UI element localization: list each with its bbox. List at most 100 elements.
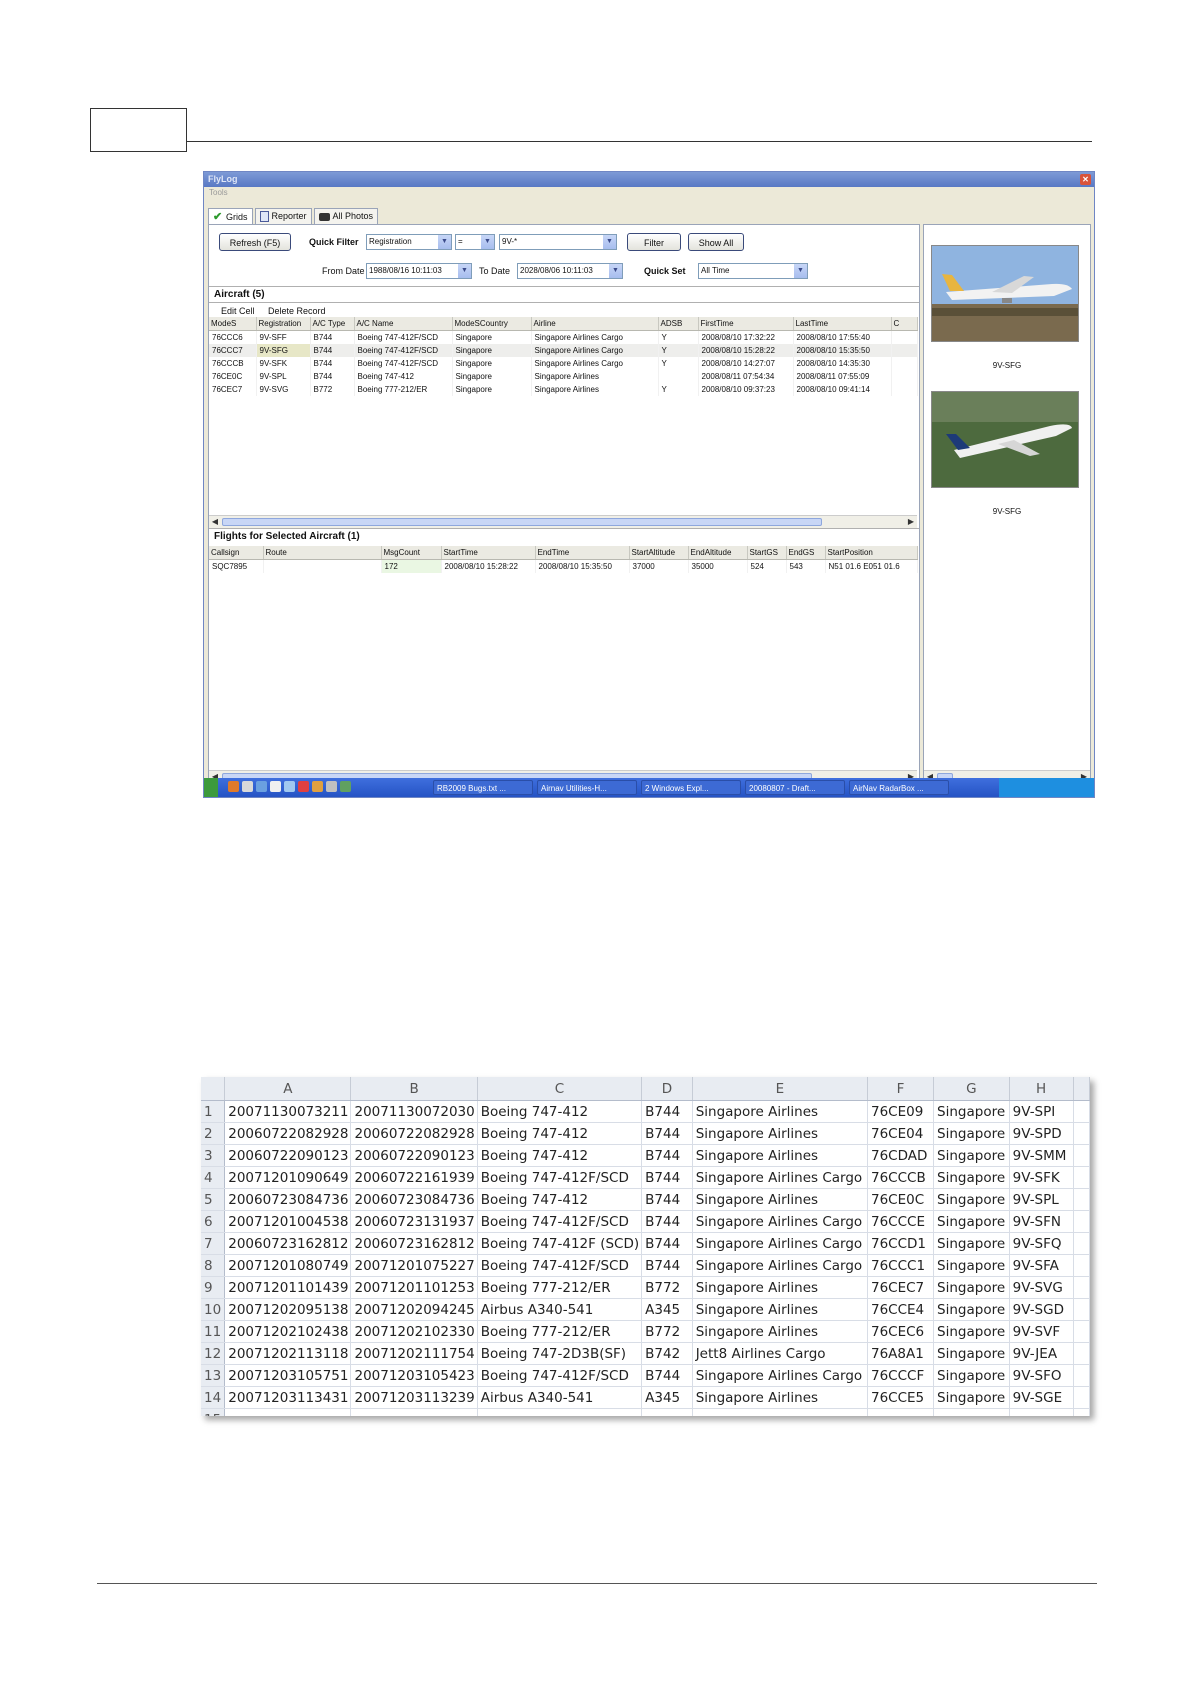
app-icon[interactable]	[270, 781, 281, 792]
spreadsheet-cell[interactable]: 9V-SVF	[1009, 1320, 1074, 1343]
spreadsheet-cell[interactable]	[1073, 1408, 1090, 1416]
spreadsheet-cell[interactable]: Singapore	[933, 1166, 1010, 1189]
close-button[interactable]: ✕	[1080, 174, 1091, 185]
spreadsheet-cell[interactable]: Singapore Airlines Cargo	[692, 1232, 868, 1255]
spreadsheet-cell[interactable]: Jett8 Airlines Cargo	[692, 1342, 868, 1365]
spreadsheet-cell[interactable]	[1073, 1100, 1090, 1123]
quick-set-select[interactable]: All Time ▼	[698, 263, 808, 279]
spreadsheet-cell[interactable]: 76CCE5	[867, 1386, 935, 1409]
tab-grids[interactable]: ✔ Grids	[208, 208, 253, 225]
app-icon[interactable]	[298, 781, 309, 792]
column-header[interactable]: ADSB	[658, 317, 699, 331]
spreadsheet-cell[interactable]: Boeing 747-412	[477, 1122, 643, 1145]
spreadsheet-cell[interactable]	[1073, 1386, 1090, 1409]
spreadsheet-cell[interactable]: 9V-SFQ	[1009, 1232, 1074, 1255]
spreadsheet-cell[interactable]: Boeing 777-212/ER	[477, 1320, 643, 1343]
spreadsheet-cell[interactable]: Singapore Airlines	[692, 1188, 868, 1211]
taskbar-item[interactable]: Airnav Utilities-H...	[537, 780, 637, 795]
spreadsheet-cell[interactable]	[1073, 1254, 1090, 1277]
spreadsheet-cell[interactable]: A345	[641, 1386, 693, 1409]
aircraft-photo[interactable]	[931, 391, 1079, 488]
spreadsheet-cell[interactable]: Airbus A340-541	[477, 1298, 643, 1321]
column-header[interactable]: ModeS	[209, 317, 257, 331]
spreadsheet-cell[interactable]: Boeing 747-412F/SCD	[477, 1364, 643, 1387]
column-header[interactable]: ModeSCountry	[452, 317, 532, 331]
spreadsheet-cell[interactable]	[1073, 1144, 1090, 1167]
spreadsheet-cell[interactable]: B744	[641, 1232, 693, 1255]
filter-value-select[interactable]: 9V-* ▼	[499, 234, 617, 250]
spreadsheet-cell[interactable]	[1073, 1298, 1090, 1321]
spreadsheet-cell[interactable]: 76CEC7	[867, 1276, 935, 1299]
column-header[interactable]	[1073, 1077, 1090, 1101]
app-icon[interactable]	[312, 781, 323, 792]
app-icon[interactable]	[242, 781, 253, 792]
spreadsheet-cell[interactable]: Boeing 747-412F (SCD)	[477, 1232, 643, 1255]
spreadsheet-cell[interactable]: 76CE0C	[867, 1188, 935, 1211]
spreadsheet-cell[interactable]: 76CEC6	[867, 1320, 935, 1343]
spreadsheet-cell[interactable]: 9V-SPL	[1009, 1188, 1074, 1211]
menu-tools[interactable]: Tools	[209, 188, 228, 197]
spreadsheet-cell[interactable]	[1009, 1408, 1074, 1416]
filter-button[interactable]: Filter	[627, 233, 681, 251]
aircraft-photo[interactable]	[931, 245, 1079, 342]
table-row[interactable]: 76CCC6 9V-SFF B744 Boeing 747-412F/SCD S…	[209, 330, 918, 344]
spreadsheet-cell[interactable]: B744	[641, 1210, 693, 1233]
spreadsheet-cell[interactable]: 9V-SFO	[1009, 1364, 1074, 1387]
spreadsheet-cell[interactable]: 76CE09	[867, 1100, 935, 1123]
column-header[interactable]: A	[224, 1077, 352, 1101]
spreadsheet-cell[interactable]: Singapore	[933, 1342, 1010, 1365]
spreadsheet-cell[interactable]: 20060723084736	[224, 1188, 352, 1211]
spreadsheet-cell[interactable]: Singapore Airlines	[692, 1122, 868, 1145]
spreadsheet-cell[interactable]: Singapore Airlines	[692, 1100, 868, 1123]
spreadsheet-cell[interactable]	[1073, 1210, 1090, 1233]
spreadsheet-cell[interactable]: Boeing 747-412F/SCD	[477, 1166, 643, 1189]
table-row[interactable]: SQC7895 172 2008/08/10 15:28:22 2008/08/…	[209, 559, 918, 573]
spreadsheet-cell[interactable]: 76CE04	[867, 1122, 935, 1145]
spreadsheet-cell[interactable]: Singapore Airlines Cargo	[692, 1254, 868, 1277]
spreadsheet-cell[interactable]: Singapore Airlines	[692, 1386, 868, 1409]
spreadsheet-cell[interactable]: B744	[641, 1122, 693, 1145]
spreadsheet-cell[interactable]: 20060723162812	[350, 1232, 478, 1255]
taskbar-item[interactable]: AirNav RadarBox ...	[849, 780, 949, 795]
app-icon[interactable]	[340, 781, 351, 792]
scroll-left-icon[interactable]: ◀	[209, 516, 221, 528]
spreadsheet-cell[interactable]	[350, 1408, 478, 1416]
spreadsheet-cell[interactable]: 76A8A1	[867, 1342, 935, 1365]
spreadsheet-cell[interactable]: 20060723162812	[224, 1232, 352, 1255]
spreadsheet-cell[interactable]: 76CDAD	[867, 1144, 935, 1167]
spreadsheet-cell[interactable]: 20071130073211	[224, 1100, 352, 1123]
spreadsheet-cell[interactable]: Singapore	[933, 1122, 1010, 1145]
spreadsheet-cell[interactable]: B742	[641, 1342, 693, 1365]
spreadsheet-cell[interactable]: 20060723131937	[350, 1210, 478, 1233]
tab-all-photos[interactable]: All Photos	[313, 208, 379, 224]
spreadsheet-cell[interactable]: 20071202102438	[224, 1320, 352, 1343]
spreadsheet-cell[interactable]: Singapore	[933, 1298, 1010, 1321]
spreadsheet-cell[interactable]: 20071203105423	[350, 1364, 478, 1387]
spreadsheet-cell[interactable]: Singapore	[933, 1144, 1010, 1167]
spreadsheet-cell[interactable]: 20060723084736	[350, 1188, 478, 1211]
column-header[interactable]: H	[1009, 1077, 1074, 1101]
spreadsheet-cell[interactable]: 9V-JEA	[1009, 1342, 1074, 1365]
row-header[interactable]: 11	[201, 1320, 226, 1343]
spreadsheet-cell[interactable]: Boeing 747-2D3B(SF)	[477, 1342, 643, 1365]
column-header[interactable]: StartPosition	[825, 546, 918, 560]
spreadsheet-cell[interactable]: B744	[641, 1144, 693, 1167]
scroll-right-icon[interactable]: ▶	[905, 516, 917, 528]
spreadsheet-cell[interactable]: Singapore	[933, 1232, 1010, 1255]
row-header[interactable]: 10	[201, 1298, 226, 1321]
spreadsheet-cell[interactable]: B744	[641, 1166, 693, 1189]
spreadsheet-cell[interactable]: 20071202094245	[350, 1298, 478, 1321]
column-header[interactable]: C	[891, 317, 918, 331]
spreadsheet-cell[interactable]: Singapore Airlines	[692, 1144, 868, 1167]
spreadsheet-cell[interactable]: 20071202095138	[224, 1298, 352, 1321]
row-header[interactable]: 1	[201, 1100, 226, 1123]
spreadsheet-cell[interactable]	[641, 1408, 693, 1416]
row-header[interactable]: 7	[201, 1232, 226, 1255]
column-header[interactable]: FirstTime	[698, 317, 794, 331]
spreadsheet-cell[interactable]: 9V-SVG	[1009, 1276, 1074, 1299]
spreadsheet-cell[interactable]: Singapore	[933, 1210, 1010, 1233]
spreadsheet-cell[interactable]: 20060722082928	[224, 1122, 352, 1145]
spreadsheet-cell[interactable]	[1073, 1188, 1090, 1211]
spreadsheet-cell[interactable]: 9V-SFA	[1009, 1254, 1074, 1277]
spreadsheet-cell[interactable]: Singapore	[933, 1364, 1010, 1387]
